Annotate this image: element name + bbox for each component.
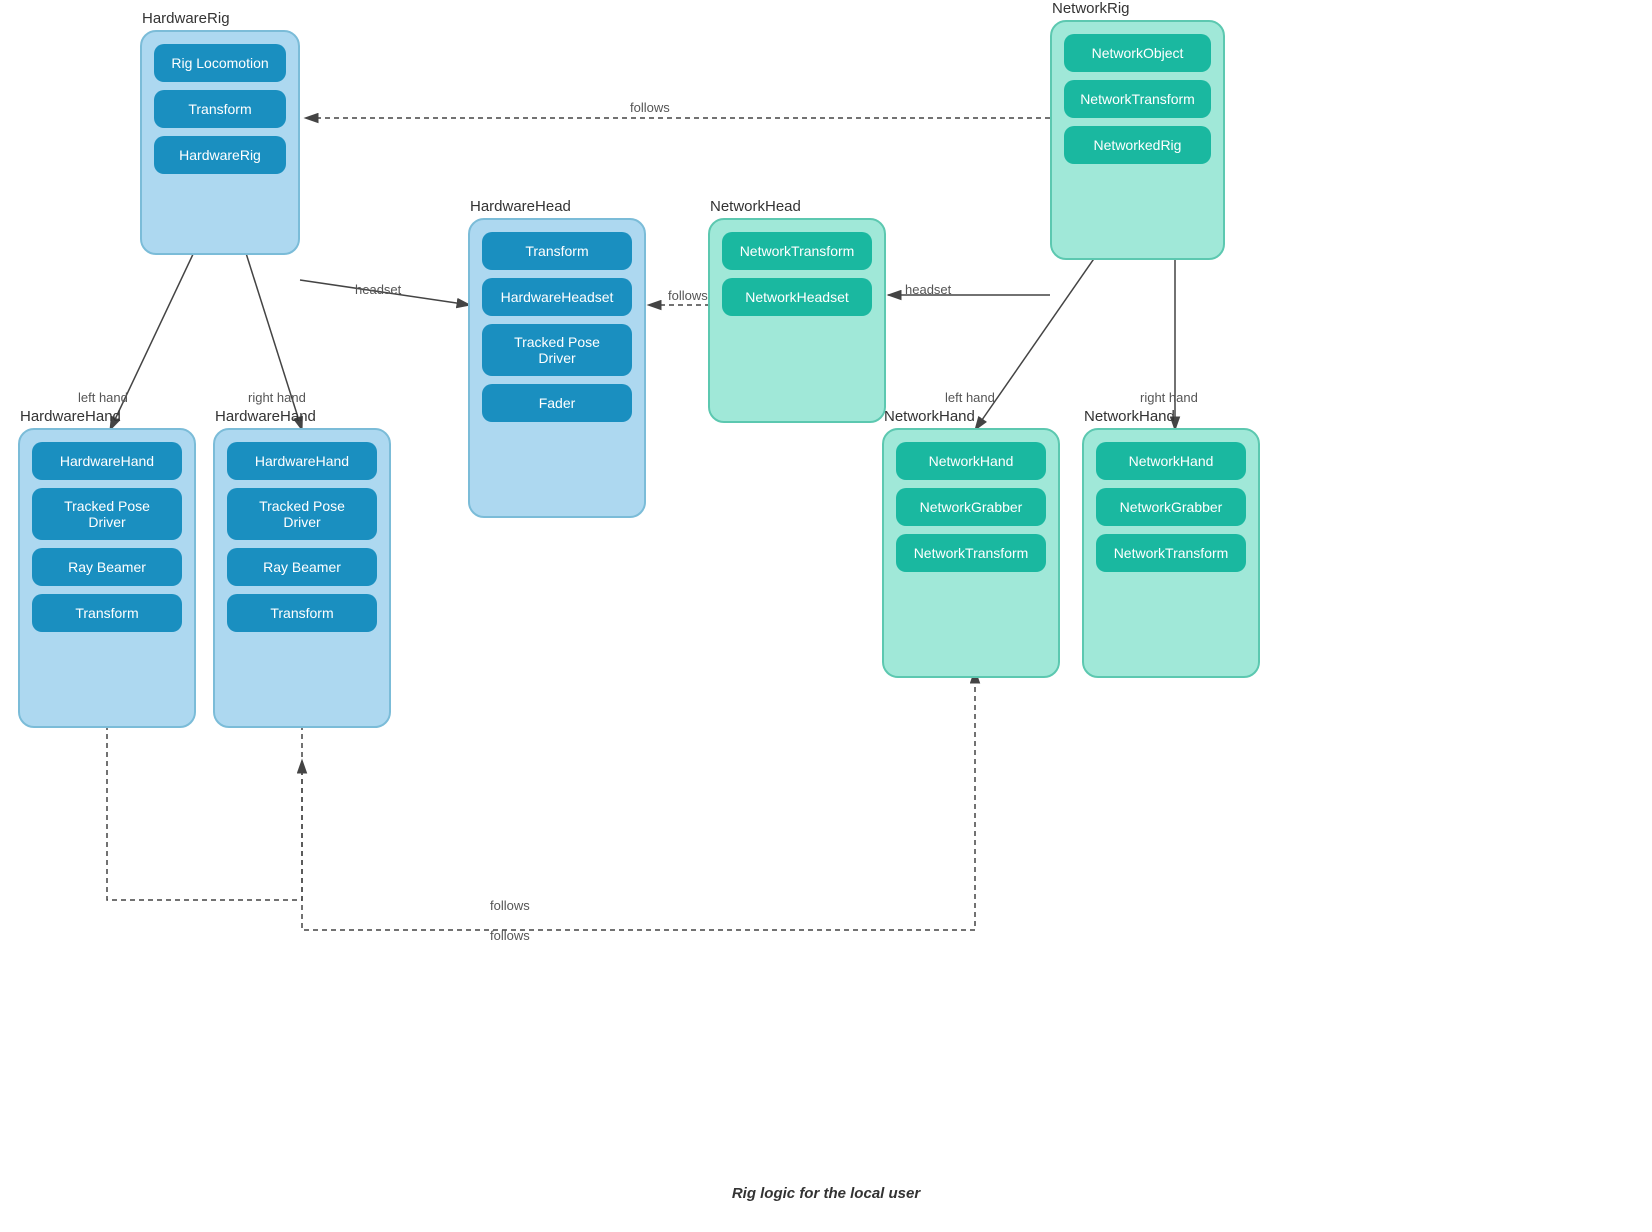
network-rig-transform-card: NetworkTransform [1064,80,1211,118]
network-hand-left-label: NetworkHand [884,408,975,425]
right-hand-network-label: right hand [1140,390,1198,405]
rig-locomotion-card: Rig Locomotion [154,44,286,82]
network-hand-right-group: NetworkHand NetworkHand NetworkGrabber N… [1082,428,1260,678]
hardware-head-group: HardwareHead Transform HardwareHeadset T… [468,218,646,518]
headset-network-label: headset [905,282,951,297]
hardware-head-transform-card: Transform [482,232,632,270]
fader-card: Fader [482,384,632,422]
network-hand-left-group: NetworkHand NetworkHand NetworkGrabber N… [882,428,1060,678]
network-object-card: NetworkObject [1064,34,1211,72]
network-rig-group: NetworkRig NetworkObject NetworkTransfor… [1050,20,1225,260]
transform-right-card: Transform [227,594,377,632]
hardware-hand-right-card: HardwareHand [227,442,377,480]
headset-hardware-label: headset [355,282,401,297]
network-grabber-right-card: NetworkGrabber [1096,488,1246,526]
ray-beamer-left-card: Ray Beamer [32,548,182,586]
hardware-headset-card: HardwareHeadset [482,278,632,316]
hardware-head-label: HardwareHead [470,198,571,215]
follows-hand-right-label: follows [490,928,530,943]
tracked-pose-driver-right-card: Tracked Pose Driver [227,488,377,540]
hardware-rig-transform-card: Transform [154,90,286,128]
left-hand-hardware-label: left hand [78,390,128,405]
hardware-hand-right-label: HardwareHand [215,408,316,425]
network-head-group: NetworkHead NetworkTransform NetworkHead… [708,218,886,423]
diagram-container: HardwareRig Rig Locomotion Transform Har… [0,0,1652,1232]
follows-head-label: follows [668,288,708,303]
ray-beamer-right-card: Ray Beamer [227,548,377,586]
network-headset-card: NetworkHeadset [722,278,872,316]
hardware-hand-left-label: HardwareHand [20,408,121,425]
follows-hand-left-label: follows [490,898,530,913]
network-hand-right-card: NetworkHand [1096,442,1246,480]
network-transform-right-card: NetworkTransform [1096,534,1246,572]
hardware-rig-card: HardwareRig [154,136,286,174]
hardware-hand-left-card: HardwareHand [32,442,182,480]
hardware-hand-left-group: HardwareHand HardwareHand Tracked Pose D… [18,428,196,728]
network-hand-left-card: NetworkHand [896,442,1046,480]
diagram-caption: Rig logic for the local user [0,1185,1652,1202]
network-hand-right-label: NetworkHand [1084,408,1175,425]
follows-rig-label: follows [630,100,670,115]
transform-left-card: Transform [32,594,182,632]
network-head-label: NetworkHead [710,198,801,215]
network-grabber-left-card: NetworkGrabber [896,488,1046,526]
tracked-pose-driver-left-card: Tracked Pose Driver [32,488,182,540]
tracked-pose-driver-head-card: Tracked Pose Driver [482,324,632,376]
hardware-rig-group: HardwareRig Rig Locomotion Transform Har… [140,30,300,255]
right-hand-hardware-label: right hand [248,390,306,405]
networked-rig-card: NetworkedRig [1064,126,1211,164]
left-hand-network-label: left hand [945,390,995,405]
hardware-rig-label: HardwareRig [142,10,230,27]
network-transform-left-card: NetworkTransform [896,534,1046,572]
network-rig-label: NetworkRig [1052,0,1130,17]
hardware-hand-right-group: HardwareHand HardwareHand Tracked Pose D… [213,428,391,728]
network-head-transform-card: NetworkTransform [722,232,872,270]
